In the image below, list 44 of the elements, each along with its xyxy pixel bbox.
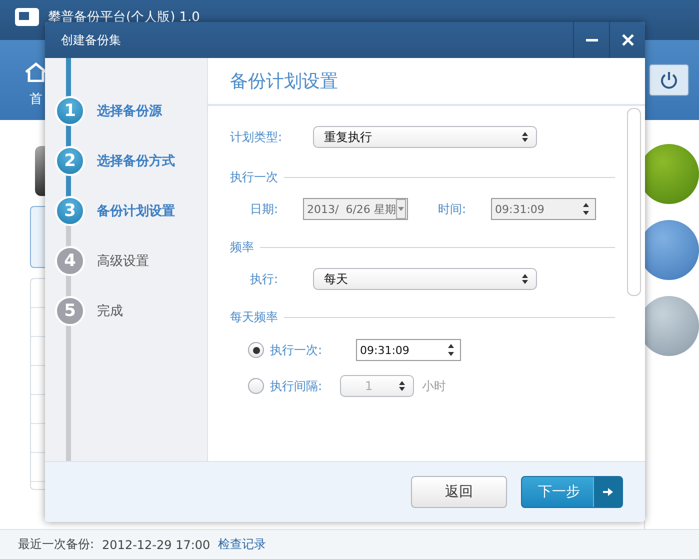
check-log-link[interactable]: 检查记录 bbox=[218, 536, 266, 553]
step-label[interactable]: 高级设置 bbox=[97, 252, 149, 270]
radio-button[interactable] bbox=[248, 342, 264, 358]
page-heading: 备份计划设置 bbox=[230, 70, 338, 93]
step-label[interactable]: 选择备份源 bbox=[97, 102, 162, 120]
step-number: 1 bbox=[55, 96, 85, 126]
status-time: 2012-12-29 17:00 bbox=[102, 538, 210, 552]
updown-icon bbox=[522, 132, 528, 142]
next-button[interactable]: 下一步 bbox=[521, 476, 623, 508]
close-icon bbox=[620, 33, 634, 47]
field-label: 时间: bbox=[438, 200, 468, 218]
section-title: 每天频率 bbox=[230, 308, 278, 326]
status-label: 最近一次备份: bbox=[18, 536, 94, 553]
section-title: 执行一次 bbox=[230, 168, 278, 186]
step-label[interactable]: 完成 bbox=[97, 302, 123, 320]
logo-icon bbox=[14, 6, 40, 28]
drive-icon bbox=[35, 146, 45, 196]
home-icon[interactable] bbox=[24, 62, 48, 82]
updown-icon bbox=[522, 274, 528, 284]
option-label[interactable]: 执行间隔: bbox=[270, 378, 340, 394]
step-number: 2 bbox=[55, 146, 85, 176]
step-number: 4 bbox=[55, 246, 85, 276]
unit-label: 小时 bbox=[422, 378, 446, 394]
dialog-title: 创建备份集 bbox=[61, 32, 121, 48]
updown-icon bbox=[399, 381, 405, 391]
frequency-select[interactable]: 每天 bbox=[313, 268, 537, 290]
radio-button[interactable] bbox=[248, 378, 264, 394]
step-number: 5 bbox=[55, 296, 85, 326]
time-field[interactable]: 09:31:09 bbox=[356, 339, 461, 361]
step-label[interactable]: 选择备份方式 bbox=[97, 152, 175, 170]
field-label: 执行: bbox=[250, 270, 280, 288]
section-title: 频率 bbox=[230, 238, 254, 256]
field-label: 日期: bbox=[250, 200, 280, 218]
toolbar-label[interactable]: 首 bbox=[30, 90, 42, 108]
scrollbar[interactable] bbox=[627, 108, 641, 296]
option-label[interactable]: 执行一次: bbox=[270, 342, 340, 358]
back-button[interactable]: 返回 bbox=[411, 476, 507, 508]
arrow-icon bbox=[603, 488, 613, 496]
step-label[interactable]: 备份计划设置 bbox=[97, 202, 175, 220]
power-button[interactable] bbox=[649, 64, 689, 96]
power-icon bbox=[660, 71, 678, 89]
step-number: 3 bbox=[55, 196, 85, 226]
field-label: 计划类型: bbox=[230, 128, 284, 146]
plan-type-select[interactable]: 重复执行 bbox=[313, 126, 537, 148]
